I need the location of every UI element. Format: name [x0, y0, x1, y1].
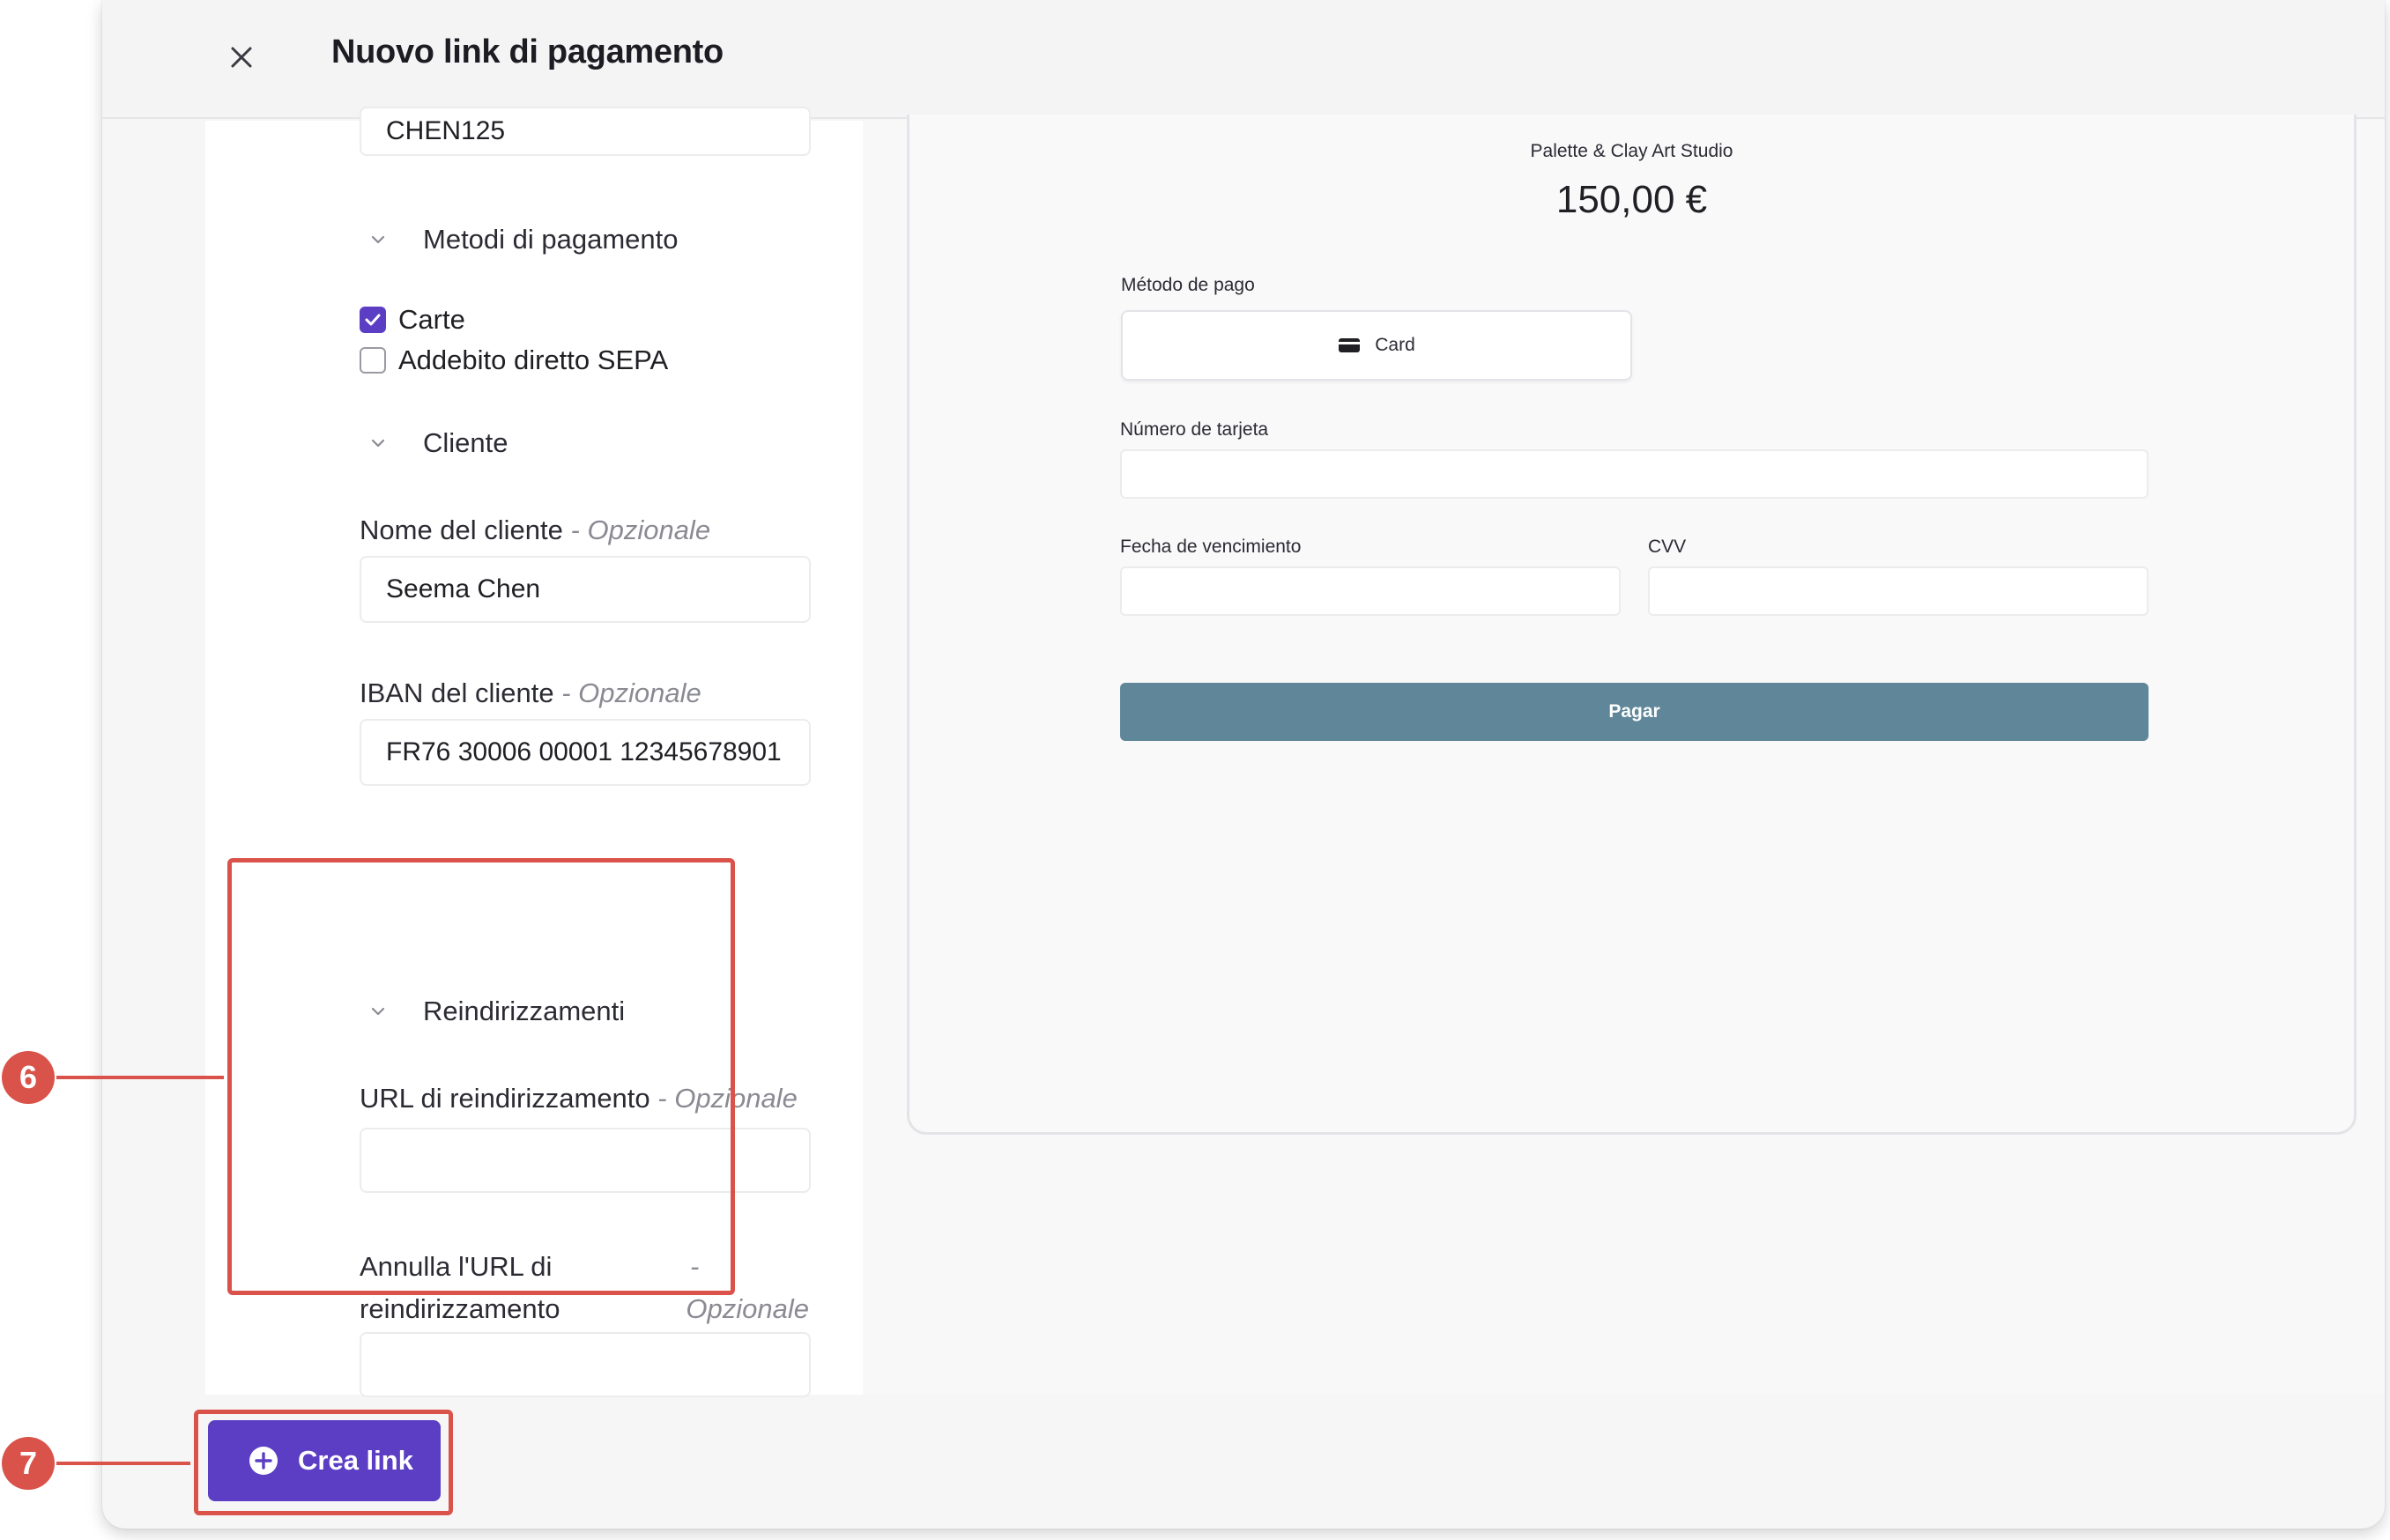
customer-name-label-text: Nome del cliente — [360, 515, 563, 545]
create-link-button[interactable]: Crea link — [208, 1420, 441, 1501]
cvv-input[interactable] — [1648, 566, 2149, 616]
card-number-input[interactable] — [1120, 449, 2149, 499]
card-method-tab[interactable]: Card — [1121, 310, 1632, 381]
customer-name-input[interactable] — [360, 556, 811, 623]
redirects-title: Reindirizzamenti — [423, 996, 626, 1026]
payment-link-window: Nuovo link di pagamento Metodi di pagame… — [102, 0, 2385, 1529]
pay-button[interactable]: Pagar — [1120, 683, 2149, 741]
chevron-down-icon — [371, 1007, 385, 1016]
sepa-checkbox[interactable] — [360, 347, 386, 374]
cancel-url-label: Annulla l'URL di reindirizzamento - Opzi… — [360, 1246, 811, 1330]
plus-circle-icon — [249, 1447, 278, 1475]
optional-text: Opzionale — [686, 1293, 809, 1324]
customer-title: Cliente — [423, 427, 508, 458]
cards-label: Carte — [398, 304, 465, 335]
cvv-label: CVV — [1648, 537, 1687, 557]
customer-section-toggle[interactable]: Cliente — [360, 427, 508, 459]
chevron-down-icon — [371, 439, 385, 448]
amount: 150,00 € — [1555, 178, 1708, 221]
payment-methods-section-toggle[interactable]: Metodi di pagamento — [360, 224, 679, 255]
cards-checkbox[interactable] — [360, 307, 386, 333]
checkmark-icon — [365, 314, 381, 326]
reference-input[interactable] — [360, 107, 811, 156]
page-title: Nuovo link di pagamento — [331, 33, 724, 70]
optional-dash: - — [690, 1251, 700, 1282]
top-bar: Nuovo link di pagamento — [102, 0, 2385, 119]
credit-card-icon — [1339, 338, 1361, 352]
merchant-name: Palette & Clay Art Studio — [1530, 141, 1733, 161]
redirect-url-label: URL di reindirizzamento - Opzionale — [360, 1083, 798, 1114]
checkout-preview: Palette & Clay Art Studio 150,00 € Métod… — [907, 115, 2357, 1135]
cancel-url-input[interactable] — [360, 1332, 811, 1397]
customer-iban-label-text: IBAN del cliente — [360, 677, 554, 708]
payment-method-sepa[interactable]: Addebito diretto SEPA — [360, 344, 668, 376]
chevron-down-icon — [371, 235, 385, 244]
customer-iban-label: IBAN del cliente - Opzionale — [360, 677, 701, 709]
customer-iban-input[interactable] — [360, 719, 811, 786]
close-button[interactable] — [224, 40, 259, 75]
form-panel: Metodi di pagamento Carte Addebito diret… — [205, 107, 863, 1397]
optional-tag: - Opzionale — [657, 1083, 798, 1114]
optional-tag: - Opzionale — [561, 677, 701, 708]
card-method-label: Card — [1375, 335, 1415, 355]
callout-7: 7 — [2, 1437, 55, 1490]
callout-6: 6 — [2, 1051, 55, 1104]
customer-name-label: Nome del cliente - Opzionale — [360, 515, 710, 546]
redirect-url-label-text: URL di reindirizzamento — [360, 1083, 650, 1114]
payment-methods-title: Metodi di pagamento — [423, 224, 679, 255]
close-icon — [231, 47, 252, 68]
callout-7-line — [56, 1462, 190, 1465]
expiry-input[interactable] — [1120, 566, 1621, 616]
expiry-label: Fecha de vencimiento — [1120, 537, 1302, 557]
payment-method-label: Método de pago — [1121, 275, 1255, 295]
sepa-label: Addebito diretto SEPA — [398, 344, 669, 375]
callout-6-line — [56, 1076, 224, 1079]
create-link-label: Crea link — [298, 1445, 413, 1476]
payment-method-cards[interactable]: Carte — [360, 304, 465, 336]
optional-tag: - Opzionale — [570, 515, 711, 545]
cancel-url-label-line1: Annulla l'URL di — [360, 1251, 553, 1282]
card-number-label: Número de tarjeta — [1120, 419, 1269, 440]
redirect-url-input[interactable] — [360, 1128, 811, 1193]
redirects-section-toggle[interactable]: Reindirizzamenti — [360, 996, 625, 1027]
